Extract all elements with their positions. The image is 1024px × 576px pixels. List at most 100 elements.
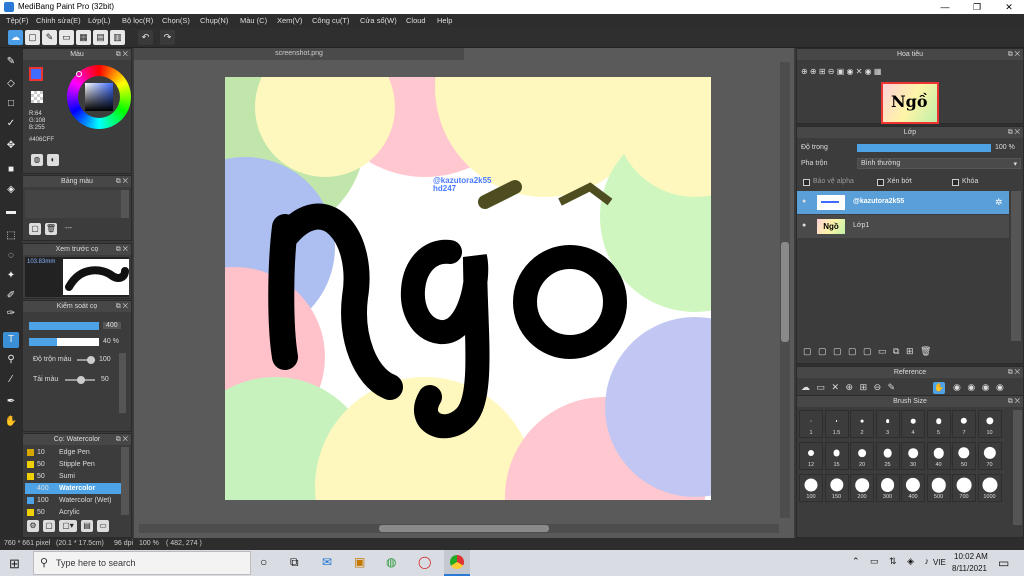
brush-list-item[interactable]: 50 Acrylic — [25, 507, 121, 518]
pen-tool-icon[interactable]: ✒ — [3, 394, 19, 410]
brush-size-option[interactable]: 300 — [875, 474, 900, 502]
brush-size-option[interactable]: 5 — [926, 410, 951, 438]
redo-icon[interactable]: ↷ — [160, 30, 175, 45]
navigator-thumbnail[interactable]: Ngồ — [881, 82, 939, 124]
brush-size-option[interactable]: 10 — [977, 410, 1002, 438]
brush-tool-icon[interactable]: ✎ — [3, 54, 19, 70]
panel-buttons-icon[interactable]: ⧉ ✕ — [116, 49, 128, 60]
drawing-canvas[interactable]: @kazutora2k55 hd247 — [225, 77, 711, 500]
brush-size-option[interactable]: 150 — [824, 474, 849, 502]
eyedropper-tool-icon[interactable]: ⁄ — [3, 372, 19, 388]
windows-start-icon[interactable]: ⊞ — [9, 556, 20, 572]
brush-size-option[interactable]: 4 — [901, 410, 925, 438]
menu-window[interactable]: Cửa sổ(W) — [360, 16, 397, 25]
bucket-tool-icon[interactable]: ◈ — [3, 182, 19, 198]
panel-buttons-icon[interactable]: ⧉ ✕ — [116, 244, 128, 255]
layer-row-signature[interactable]: ● @kazutora2k55 ✲ — [797, 191, 1009, 214]
clipping-checkbox[interactable] — [877, 179, 884, 186]
menu-edit[interactable]: Chỉnh sửa(E) — [36, 16, 81, 25]
brush-list-scrollbar[interactable] — [121, 447, 129, 515]
panel-icon[interactable]: ▦ — [76, 30, 91, 45]
text-box-icon[interactable]: ▭ — [59, 30, 74, 45]
delete-palette-icon[interactable]: 🗑 — [45, 223, 57, 235]
brush-list-item[interactable]: 400 Watercolor — [25, 483, 121, 494]
move-tool-icon[interactable]: ✥ — [3, 138, 19, 154]
saturation-square[interactable] — [85, 83, 113, 111]
magic-wand-icon[interactable]: ✦ — [3, 268, 19, 284]
brush-size-option[interactable]: 25 — [875, 442, 900, 470]
add-brush-menu-icon[interactable]: ▢▾ — [59, 520, 77, 532]
undo-icon[interactable]: ↶ — [138, 30, 153, 45]
gear-icon[interactable]: ✲ — [995, 197, 1003, 208]
lasso-check-icon[interactable]: ✓ — [3, 116, 19, 132]
brush-opacity-slider[interactable] — [29, 338, 99, 346]
clock-date[interactable]: 8/11/2021 — [952, 564, 987, 573]
brush-size-option[interactable]: 200 — [850, 474, 874, 502]
menu-color[interactable]: Màu (C) — [240, 16, 267, 25]
brush-size-option[interactable]: 30 — [901, 442, 925, 470]
brush-folder-icon[interactable]: ▭ — [97, 520, 109, 532]
menu-select[interactable]: Chọn(S) — [162, 16, 190, 25]
brush-control-scrollbar[interactable] — [119, 353, 126, 413]
cortana-icon[interactable]: ○ — [260, 555, 267, 569]
menu-filter[interactable]: Bộ lọc(R) — [122, 16, 153, 25]
brush-list-item[interactable]: 10 Edge Pen — [25, 447, 121, 458]
reference-tools-icon[interactable]: ☁ ▭ ✕ ⊕ ⊞ ⊖ ✎ — [801, 382, 897, 393]
panel-buttons-icon[interactable]: ⧉ ✕ — [116, 176, 128, 187]
operation-tool-icon[interactable]: ⚲ — [3, 352, 19, 368]
menu-help[interactable]: Help — [437, 16, 452, 25]
fill-rect-icon[interactable]: ■ — [3, 162, 19, 178]
layer-blend-select[interactable]: Bình thường ▾ — [857, 158, 1021, 169]
menu-file[interactable]: Tệp(F) — [6, 16, 29, 25]
brush-size-option[interactable]: 3 — [875, 410, 900, 438]
layer-actions-icon[interactable]: ▢ ▢ ▢ ▢ ▢ ▭ ⧉ ⊞ 🗑 — [803, 346, 933, 357]
clock-time[interactable]: 10:02 AM — [954, 552, 988, 561]
brush-size-value[interactable]: 400 — [103, 322, 121, 329]
panel-buttons-icon[interactable]: ⧉ ✕ — [1008, 367, 1020, 378]
vertical-scrollbar[interactable] — [780, 62, 790, 518]
mail-icon[interactable]: ✉ — [322, 555, 332, 569]
select-eraser-icon[interactable]: ✑ — [3, 306, 19, 322]
grid-icon[interactable]: ▥ — [110, 30, 125, 45]
layer-opacity-slider[interactable] — [857, 144, 991, 152]
palette-picker-icon[interactable]: ◍ — [31, 154, 43, 166]
task-view-icon[interactable]: ⧉ — [290, 555, 299, 570]
notification-icon[interactable]: ▭ — [998, 556, 1009, 570]
protect-alpha-checkbox[interactable] — [803, 179, 810, 186]
close-button[interactable]: ✕ — [994, 0, 1024, 14]
medibang-app-icon[interactable]: ◍ — [386, 555, 396, 569]
brush-size-option[interactable]: 400 — [901, 474, 925, 502]
select-rect-icon[interactable]: □ — [3, 96, 19, 112]
eye-icon[interactable]: ● — [802, 222, 806, 229]
panel-buttons-icon[interactable]: ⧉ ✕ — [116, 301, 128, 312]
store-icon[interactable]: ▣ — [354, 555, 365, 569]
layer-row-lop1[interactable]: ● Ngồ Lớp1 — [797, 215, 1009, 238]
reference-rotate-icon[interactable]: ◉ ◉ ◉ ◉ — [953, 382, 1006, 393]
comment-icon[interactable]: ✎ — [42, 30, 57, 45]
brush-size-option[interactable]: 7 — [952, 410, 976, 438]
palette-swatch-area[interactable] — [25, 190, 121, 218]
blend-slider[interactable] — [77, 356, 95, 364]
panel-buttons-icon[interactable]: ⧉ ✕ — [1008, 127, 1020, 138]
brush-list-item[interactable]: 100 Watercolor (Wet) — [25, 495, 121, 506]
minimize-button[interactable]: — — [930, 0, 960, 14]
brush-size-option[interactable]: 20 — [850, 442, 874, 470]
add-palette-icon[interactable]: ▢ — [29, 223, 41, 235]
reload-slider[interactable] — [65, 376, 95, 384]
panel-buttons-icon[interactable]: ⧉ ✕ — [1008, 49, 1020, 60]
menu-view[interactable]: Xem(V) — [277, 16, 302, 25]
text-tool-icon[interactable]: T — [3, 332, 19, 348]
eraser-tool-icon[interactable]: ◇ — [3, 76, 19, 92]
page-icon[interactable]: ▤ — [93, 30, 108, 45]
panel-buttons-icon[interactable]: ⧉ ✕ — [116, 434, 128, 445]
lasso-tool-icon[interactable]: ◌ — [3, 248, 19, 264]
menu-snap[interactable]: Chụp(N) — [200, 16, 228, 25]
horizontal-scroll-thumb[interactable] — [379, 525, 549, 532]
select-pen-icon[interactable]: ✐ — [3, 288, 19, 304]
brush-size-option[interactable]: 1.5 — [824, 410, 849, 438]
brush-size-option[interactable]: 2 — [850, 410, 874, 438]
brush-size-scrollbar[interactable] — [1013, 410, 1022, 525]
brush-size-option[interactable]: 1000 — [977, 474, 1002, 502]
brush-size-option[interactable]: 50 — [952, 442, 976, 470]
brush-size-option[interactable]: 500 — [926, 474, 951, 502]
